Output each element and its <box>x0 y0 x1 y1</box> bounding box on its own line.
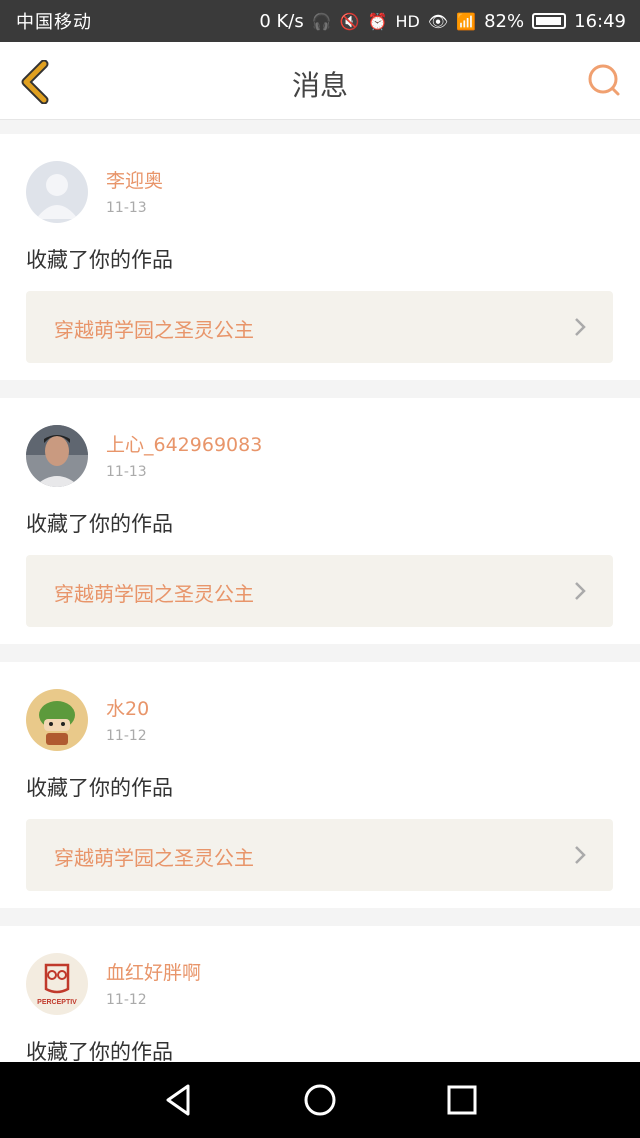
message-date: 11-12 <box>106 992 147 1008</box>
status-bar: 中国移动 0 K/s 🎧 🔇 ⏰ HD 👁 📶 82% 16:49 <box>0 0 640 42</box>
owl-logo-icon: PERCEPTIV <box>26 953 88 1015</box>
photo-avatar-icon <box>26 425 88 487</box>
action-text: 收藏了你的作品 <box>26 1040 173 1062</box>
chevron-right-icon <box>575 318 586 336</box>
action-text: 收藏了你的作品 <box>26 776 173 800</box>
mute-icon: 🔇 <box>339 11 360 31</box>
clock: 16:49 <box>574 10 626 32</box>
signal-icon: 📶 <box>456 11 477 31</box>
search-icon[interactable] <box>586 62 622 98</box>
action-text: 收藏了你的作品 <box>26 512 173 536</box>
network-speed: 0 K/s <box>259 10 304 32</box>
avatar[interactable] <box>26 425 88 487</box>
home-circle-icon[interactable] <box>300 1080 340 1120</box>
avatar-logo-text: PERCEPTIV <box>37 999 77 1006</box>
username[interactable]: 李迎奥 <box>106 166 163 193</box>
headphone-icon: 🎧 <box>311 11 332 31</box>
message-card: PERCEPTIV 血红好胖啊 11-12 收藏了你的作品 <box>0 926 640 1062</box>
top-bar: 消息 <box>0 42 640 120</box>
action-text: 收藏了你的作品 <box>26 248 173 272</box>
eye-icon: 👁 <box>427 11 449 31</box>
recents-square-icon[interactable] <box>442 1080 482 1120</box>
work-link[interactable]: 穿越萌学园之圣灵公主 <box>26 819 613 891</box>
cartoon-avatar-icon <box>26 689 88 751</box>
message-date: 11-13 <box>106 200 147 216</box>
chevron-right-icon <box>575 582 586 600</box>
work-link[interactable]: 穿越萌学园之圣灵公主 <box>26 555 613 627</box>
battery-icon <box>532 13 567 29</box>
username[interactable]: 水20 <box>106 694 149 721</box>
system-nav-bar <box>0 1062 640 1138</box>
message-list[interactable]: 李迎奥 11-13 收藏了你的作品 穿越萌学园之圣灵公主 上心_64296908… <box>0 134 640 1062</box>
message-card: 上心_642969083 11-13 收藏了你的作品 穿越萌学园之圣灵公主 <box>0 398 640 644</box>
message-card: 水20 11-12 收藏了你的作品 穿越萌学园之圣灵公主 <box>0 662 640 908</box>
work-link[interactable]: 穿越萌学园之圣灵公主 <box>26 291 613 363</box>
message-date: 11-13 <box>106 464 147 480</box>
alarm-icon: ⏰ <box>367 11 388 31</box>
back-triangle-icon[interactable] <box>158 1080 198 1120</box>
chevron-right-icon <box>575 846 586 864</box>
work-title: 穿越萌学园之圣灵公主 <box>54 846 254 870</box>
message-date: 11-12 <box>106 728 147 744</box>
avatar[interactable] <box>26 161 88 223</box>
battery-percent: 82% <box>484 10 525 32</box>
carrier-label: 中国移动 <box>16 12 92 33</box>
message-card: 李迎奥 11-13 收藏了你的作品 穿越萌学园之圣灵公主 <box>0 134 640 380</box>
work-title: 穿越萌学园之圣灵公主 <box>54 318 254 342</box>
username[interactable]: 血红好胖啊 <box>106 958 201 985</box>
default-avatar-icon <box>26 161 88 223</box>
work-title: 穿越萌学园之圣灵公主 <box>54 582 254 606</box>
username[interactable]: 上心_642969083 <box>106 430 262 457</box>
avatar[interactable] <box>26 689 88 751</box>
page-title: 消息 <box>291 69 348 102</box>
hd-icon: HD <box>395 11 420 31</box>
avatar[interactable]: PERCEPTIV <box>26 953 88 1015</box>
